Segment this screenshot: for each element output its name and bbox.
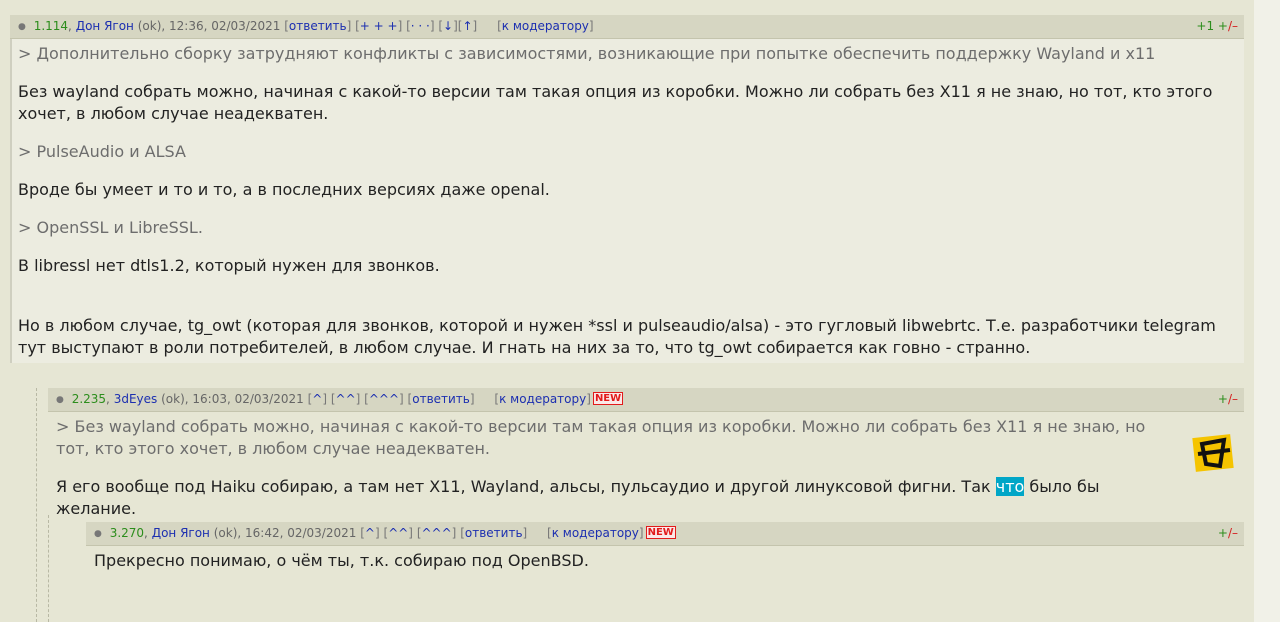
comment-body: > Дополнительно сборку затрудняют конфли… [10, 39, 1244, 363]
paragraph: Я его вообще под Haiku собираю, а там не… [56, 477, 1100, 518]
author-link[interactable]: 3dEyes [114, 392, 158, 406]
comment-number[interactable]: 2.235 [72, 392, 106, 406]
grandparent-link[interactable]: ^^ [388, 526, 408, 540]
thread-line-1 [36, 388, 37, 622]
quote-text: > OpenSSL и LibreSSL. [18, 218, 203, 237]
vote-controls[interactable]: +1 +/– [1196, 15, 1238, 38]
paragraph: Прекресно понимаю, о чём ты, т.к. собира… [94, 551, 589, 570]
comment-number[interactable]: 1.114 [34, 19, 68, 33]
author-link[interactable]: Дон Ягон [152, 526, 210, 540]
thread-line-2 [48, 515, 49, 622]
quote-bar [10, 39, 12, 363]
paragraph: Вроде бы умеет и то и то, а в последних … [18, 180, 550, 199]
paragraph: Но в любом случае, tg_owt (которая для з… [18, 316, 1216, 357]
comment-meta: (ok), 16:42, 02/03/2021 [213, 526, 357, 540]
comment-meta: (ok), 12:36, 02/03/2021 [137, 19, 281, 33]
vote-controls[interactable]: +/– [1218, 388, 1238, 411]
quote-text: > PulseAudio и ALSA [18, 142, 186, 161]
reply-link[interactable]: ответить [465, 526, 523, 540]
right-gutter [1254, 0, 1280, 622]
paragraph: В libressl нет dtls1.2, который нужен дл… [18, 256, 440, 275]
avatar [1192, 434, 1234, 472]
comment-1: ● 1.114, Дон Ягон (ok), 12:36, 02/03/202… [10, 15, 1244, 363]
comment-number[interactable]: 3.270 [110, 526, 144, 540]
new-badge: NEW [645, 526, 676, 539]
comment-header: ● 2.235, 3dEyes (ok), 16:03, 02/03/2021 … [48, 388, 1244, 412]
bullet-icon: ● [18, 22, 26, 32]
root-link[interactable]: ^^^ [369, 392, 399, 406]
root-link[interactable]: ^^^ [422, 526, 452, 540]
reply-link[interactable]: ответить [412, 392, 470, 406]
grandparent-link[interactable]: ^^ [336, 392, 356, 406]
moderator-link[interactable]: к модератору [502, 19, 589, 33]
arrow-up-icon[interactable]: ↑ [462, 19, 472, 33]
comment-2: ● 2.235, 3dEyes (ok), 16:03, 02/03/2021 … [48, 388, 1244, 524]
vote-controls[interactable]: +/– [1218, 522, 1238, 545]
expand-dots[interactable]: · · · [411, 19, 430, 33]
parent-link[interactable]: ^ [312, 392, 322, 406]
quote-text: > Без wayland собрать можно, начиная с к… [56, 417, 1146, 458]
bullet-icon: ● [94, 529, 102, 539]
plus-controls[interactable]: + + + [360, 19, 398, 33]
parent-link[interactable]: ^ [365, 526, 375, 540]
comment-body: Прекресно понимаю, о чём ты, т.к. собира… [86, 546, 1244, 576]
selected-text: что [995, 477, 1025, 496]
arrow-down-icon[interactable]: ↓ [443, 19, 453, 33]
comment-3: ● 3.270, Дон Ягон (ok), 16:42, 02/03/202… [86, 522, 1244, 576]
comment-header: ● 3.270, Дон Ягон (ok), 16:42, 02/03/202… [86, 522, 1244, 546]
author-link[interactable]: Дон Ягон [76, 19, 134, 33]
comment-header: ● 1.114, Дон Ягон (ok), 12:36, 02/03/202… [10, 15, 1244, 39]
quote-text: > Дополнительно сборку затрудняют конфли… [18, 44, 1156, 63]
moderator-link[interactable]: к модератору [499, 392, 586, 406]
comment-body: > Без wayland собрать можно, начиная с к… [48, 412, 1244, 524]
comment-meta: (ok), 16:03, 02/03/2021 [161, 392, 304, 406]
bullet-icon: ● [56, 395, 64, 405]
new-badge: NEW [592, 392, 624, 405]
moderator-link[interactable]: к модератору [552, 526, 639, 540]
reply-link[interactable]: ответить [289, 19, 347, 33]
paragraph: Без wayland собрать можно, начиная с как… [18, 82, 1213, 123]
